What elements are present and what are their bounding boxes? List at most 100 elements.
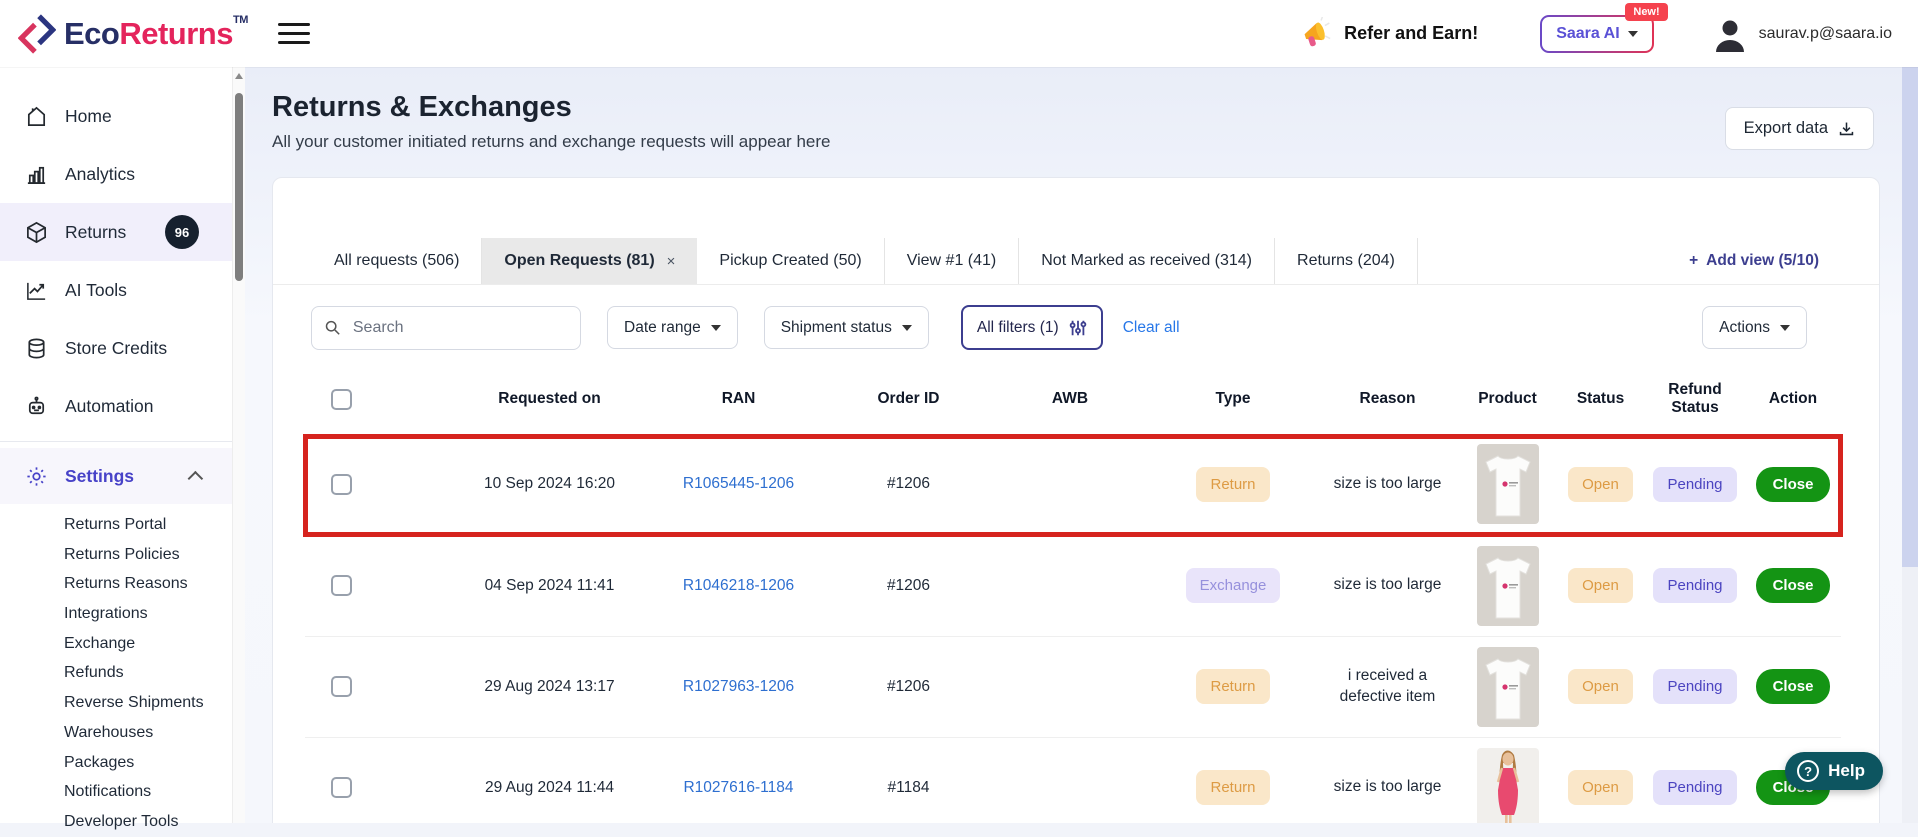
chevron-down-icon bbox=[711, 325, 721, 331]
sidebar-subitem-returns-portal[interactable]: Returns Portal bbox=[0, 510, 245, 540]
tab-open-requests[interactable]: Open Requests (81) × bbox=[482, 238, 697, 284]
avatar[interactable] bbox=[1710, 14, 1750, 54]
search-input[interactable] bbox=[351, 318, 568, 338]
order-id-cell: #1206 bbox=[827, 636, 990, 737]
sidebar-subitem-integrations[interactable]: Integrations bbox=[0, 599, 245, 629]
sidebar-scrollbar-thumb[interactable] bbox=[235, 93, 243, 281]
product-image[interactable] bbox=[1477, 748, 1539, 823]
trend-icon bbox=[25, 279, 48, 302]
close-request-button[interactable]: Close bbox=[1756, 669, 1831, 704]
reason-cell: size is too large bbox=[1316, 535, 1459, 636]
hamburger-menu-icon[interactable] bbox=[278, 17, 310, 50]
table-header-row: Requested on RAN Order ID AWB Type Reaso… bbox=[305, 364, 1841, 434]
status-badge: Open bbox=[1568, 467, 1633, 502]
table-row: 04 Sep 2024 11:41 R1046218-1206 #1206 Ex… bbox=[305, 535, 1841, 636]
requested-on-cell: 29 Aug 2024 11:44 bbox=[449, 737, 650, 823]
row-checkbox[interactable] bbox=[331, 676, 352, 697]
page-scrollbar-thumb[interactable] bbox=[1902, 67, 1918, 567]
add-view-button[interactable]: + Add view (5/10) bbox=[1689, 238, 1819, 284]
scroll-up-arrow-icon[interactable] bbox=[235, 73, 243, 79]
sidebar-subitem-developer-tools[interactable]: Developer Tools bbox=[0, 807, 245, 837]
settings-label: Settings bbox=[65, 466, 134, 487]
sidebar-subitem-packages[interactable]: Packages bbox=[0, 748, 245, 778]
close-request-button[interactable]: Close bbox=[1756, 568, 1831, 603]
sidebar-item-returns[interactable]: Returns 96 bbox=[0, 203, 245, 261]
sidebar-item-analytics[interactable]: Analytics bbox=[0, 145, 245, 203]
order-id-cell: #1206 bbox=[827, 434, 990, 535]
sidebar-subitem-returns-reasons[interactable]: Returns Reasons bbox=[0, 569, 245, 599]
sidebar-subitem-exchange[interactable]: Exchange bbox=[0, 629, 245, 659]
tab-pickup-created[interactable]: Pickup Created (50) bbox=[697, 238, 884, 284]
megaphone-icon bbox=[1298, 17, 1332, 51]
sidebar-item-label: Analytics bbox=[65, 164, 135, 185]
col-refund-status: Refund Status bbox=[1645, 364, 1745, 434]
row-checkbox[interactable] bbox=[331, 474, 352, 495]
tab-not-marked-received[interactable]: Not Marked as received (314) bbox=[1019, 238, 1275, 284]
home-icon bbox=[25, 105, 48, 128]
gear-icon bbox=[25, 465, 48, 488]
settings-submenu: Returns Portal Returns Policies Returns … bbox=[0, 504, 245, 837]
sidebar-item-ai-tools[interactable]: AI Tools bbox=[0, 261, 245, 319]
help-button[interactable]: ? Help bbox=[1785, 752, 1883, 790]
reason-cell: i received a defective item bbox=[1316, 636, 1459, 737]
ran-link[interactable]: R1065445-1206 bbox=[683, 475, 794, 492]
col-awb: AWB bbox=[990, 364, 1150, 434]
row-checkbox[interactable] bbox=[331, 575, 352, 596]
requested-on-cell: 29 Aug 2024 13:17 bbox=[449, 636, 650, 737]
tab-view-1[interactable]: View #1 (41) bbox=[885, 238, 1020, 284]
robot-icon bbox=[25, 395, 48, 418]
ran-link[interactable]: R1027616-1184 bbox=[683, 779, 793, 796]
sidebar-subitem-reverse-shipments[interactable]: Reverse Shipments bbox=[0, 688, 245, 718]
refer-and-earn[interactable]: Refer and Earn! bbox=[1298, 17, 1478, 51]
refund-status-badge: Pending bbox=[1653, 770, 1736, 805]
sidebar-item-home[interactable]: Home bbox=[0, 87, 245, 145]
chevron-up-icon bbox=[188, 470, 204, 486]
sidebar-subitem-returns-policies[interactable]: Returns Policies bbox=[0, 540, 245, 570]
user-email: saurav.p@saara.io bbox=[1759, 25, 1892, 43]
returns-count-badge: 96 bbox=[165, 215, 199, 249]
saara-ai-dropdown[interactable]: Saara AI bbox=[1542, 17, 1651, 51]
sidebar-scrollbar[interactable] bbox=[232, 67, 245, 823]
page-title: Returns & Exchanges bbox=[272, 91, 1902, 124]
ran-link[interactable]: R1046218-1206 bbox=[683, 577, 794, 594]
page-scrollbar[interactable] bbox=[1902, 67, 1918, 823]
date-range-dropdown[interactable]: Date range bbox=[607, 306, 738, 349]
all-filters-button[interactable]: All filters (1) bbox=[961, 305, 1103, 350]
requests-table: Requested on RAN Order ID AWB Type Reaso… bbox=[305, 364, 1839, 823]
reason-cell: size is too large bbox=[1316, 737, 1459, 823]
sidebar-item-store-credits[interactable]: Store Credits bbox=[0, 319, 245, 377]
actions-dropdown[interactable]: Actions bbox=[1702, 306, 1807, 349]
shipment-status-dropdown[interactable]: Shipment status bbox=[764, 306, 929, 349]
col-reason: Reason bbox=[1316, 364, 1459, 434]
tab-returns[interactable]: Returns (204) bbox=[1275, 238, 1418, 284]
col-status: Status bbox=[1556, 364, 1645, 434]
topbar: EcoReturnsTM Refer and Earn! Saara AI bbox=[0, 0, 1918, 67]
brand-logo[interactable]: EcoReturnsTM bbox=[0, 11, 248, 57]
select-all-checkbox[interactable] bbox=[331, 389, 352, 410]
sidebar-subitem-refunds[interactable]: Refunds bbox=[0, 658, 245, 688]
status-badge: Open bbox=[1568, 568, 1633, 603]
table-row: 29 Aug 2024 13:17 R1027963-1206 #1206 Re… bbox=[305, 636, 1841, 737]
sidebar-item-label: Store Credits bbox=[65, 338, 167, 359]
product-image[interactable] bbox=[1477, 546, 1539, 626]
sidebar-item-settings[interactable]: Settings bbox=[0, 448, 245, 504]
status-badge: Open bbox=[1568, 770, 1633, 805]
sidebar-item-label: Returns bbox=[65, 222, 126, 243]
ran-link[interactable]: R1027963-1206 bbox=[683, 678, 794, 695]
awb-cell bbox=[990, 434, 1150, 535]
close-request-button[interactable]: Close bbox=[1756, 467, 1831, 502]
search-box[interactable] bbox=[311, 306, 581, 350]
product-image[interactable] bbox=[1477, 444, 1539, 524]
row-checkbox[interactable] bbox=[331, 777, 352, 798]
sidebar-subitem-notifications[interactable]: Notifications bbox=[0, 777, 245, 807]
sidebar-item-automation[interactable]: Automation bbox=[0, 377, 245, 435]
type-badge: Exchange bbox=[1186, 568, 1281, 603]
order-id-cell: #1184 bbox=[827, 737, 990, 823]
product-image[interactable] bbox=[1477, 647, 1539, 727]
close-tab-icon[interactable]: × bbox=[667, 253, 676, 270]
clear-all-link[interactable]: Clear all bbox=[1123, 319, 1180, 337]
sidebar-subitem-warehouses[interactable]: Warehouses bbox=[0, 718, 245, 748]
tab-all-requests[interactable]: All requests (506) bbox=[311, 238, 482, 284]
export-data-button[interactable]: Export data bbox=[1725, 107, 1874, 150]
col-order-id: Order ID bbox=[827, 364, 990, 434]
